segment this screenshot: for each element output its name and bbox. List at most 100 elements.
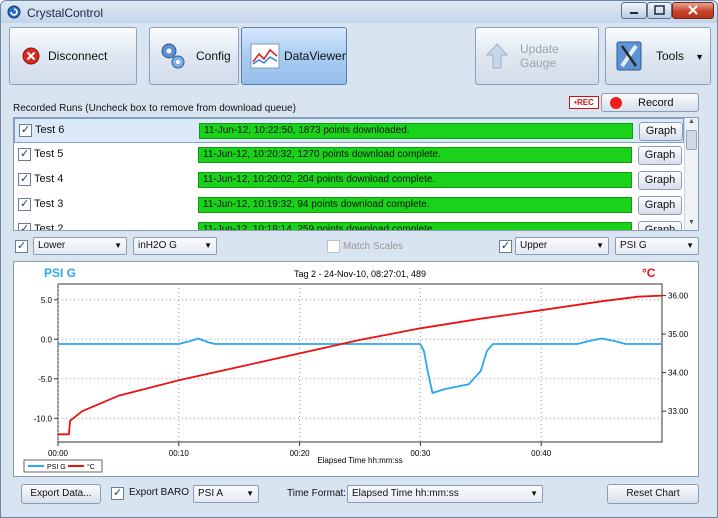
run-include-checkbox[interactable] (18, 197, 31, 211)
left-axis-title: PSI G (44, 266, 76, 280)
upper-enable-checkbox[interactable] (499, 239, 512, 253)
recorded-runs-label: Recorded Runs (Uncheck box to remove fro… (13, 103, 296, 114)
run-include-checkbox[interactable] (19, 123, 32, 137)
config-label: Config (196, 49, 231, 63)
chevron-down-icon: ▼ (114, 241, 122, 250)
x-tick-label: 00:40 (531, 449, 552, 458)
gears-icon (161, 43, 185, 69)
record-dot-icon (610, 97, 622, 109)
run-name: Test 5 (34, 148, 64, 160)
upper-unit-value: PSI G (620, 240, 647, 251)
y-right-tick-label: 34.00 (668, 369, 689, 378)
close-icon (688, 5, 698, 15)
export-baro-label: Export BARO (129, 487, 190, 498)
run-status-bar: 11-Jun-12, 10:20:02, 204 points download… (198, 172, 632, 188)
graph-button[interactable]: Graph (638, 196, 682, 215)
y-left-tick-label: -10.0 (34, 414, 53, 423)
scroll-down-icon[interactable]: ▼ (685, 219, 698, 230)
lower-channel-select[interactable]: Lower ▼ (33, 237, 127, 255)
chevron-down-icon: ▼ (530, 489, 538, 498)
tools-button[interactable]: Tools ▼ (605, 27, 711, 85)
run-status-bar: 11-Jun-12, 10:18:14, 259 points download… (198, 222, 632, 230)
minimize-button[interactable] (621, 2, 647, 19)
run-include-checkbox[interactable] (18, 222, 31, 230)
window-title: CrystalControl (27, 6, 104, 20)
config-button[interactable]: Config (149, 27, 239, 85)
recorded-runs-list[interactable]: Test 6 11-Jun-12, 10:22:50, 1873 points d… (13, 117, 699, 231)
rec-badge: •REC (569, 96, 599, 109)
graph-button[interactable]: Graph (639, 122, 683, 141)
maximize-button[interactable] (647, 2, 672, 19)
lower-unit-value: inH2O G (138, 240, 177, 251)
reset-chart-button[interactable]: Reset Chart (607, 484, 699, 504)
run-row[interactable]: Test 3 11-Jun-12, 10:19:32, 94 points dow… (14, 193, 684, 218)
disconnect-icon (22, 47, 40, 65)
x-tick-label: 00:30 (410, 449, 431, 458)
y-left-tick-label: 0.0 (41, 335, 53, 344)
record-button[interactable]: Record (601, 93, 699, 112)
graph-button[interactable]: Graph (638, 146, 682, 165)
run-row[interactable]: Test 4 11-Jun-12, 10:20:02, 204 points do… (14, 168, 684, 193)
run-status-bar: 11-Jun-12, 10:19:32, 94 points download … (198, 197, 632, 213)
dataviewer-label: DataViewer (284, 49, 346, 63)
y-right-tick-label: 33.00 (668, 407, 689, 416)
update-gauge-button[interactable]: Update Gauge (475, 27, 599, 85)
export-baro-checkbox[interactable] (111, 486, 124, 500)
tools-label: Tools (656, 49, 685, 63)
maximize-icon (654, 5, 665, 15)
upper-channel-value: Upper (520, 240, 548, 251)
run-name: Test 3 (34, 198, 64, 210)
chevron-down-icon: ▼ (204, 241, 212, 250)
match-scales-checkbox[interactable] (327, 240, 340, 253)
x-axis-label: Elapsed Time hh:mm:ss (317, 456, 402, 465)
dataviewer-button[interactable]: DataViewer (241, 27, 347, 85)
toolbar: Disconnect Config DataViewer Update Gaug… (7, 25, 713, 89)
right-axis-title: °C (642, 266, 656, 280)
graph-button[interactable]: Graph (638, 171, 682, 190)
chevron-down-icon: ▼ (686, 241, 694, 250)
x-tick-label: 00:00 (48, 449, 69, 458)
chart-icon (250, 43, 280, 69)
lower-enable-checkbox[interactable] (15, 239, 28, 253)
run-name: Test 4 (34, 173, 64, 185)
chart-panel[interactable]: 00:00 00:10 00:20 00:30 00:40 5.0 0.0 -5.0 -10.0… (13, 261, 699, 477)
pressure-temperature-chart[interactable]: 00:00 00:10 00:20 00:30 00:40 5.0 0.0 -5.0 -10.0… (14, 262, 700, 478)
upload-arrow-icon (485, 43, 509, 69)
export-data-button[interactable]: Export Data... (21, 484, 101, 504)
run-row[interactable]: Test 5 11-Jun-12, 10:20:32, 1270 points d… (14, 143, 684, 168)
close-button[interactable] (672, 2, 714, 19)
y-right-tick-label: 35.00 (668, 330, 689, 339)
run-row[interactable]: Test 6 11-Jun-12, 10:22:50, 1873 points d… (14, 118, 684, 143)
time-format-value: Elapsed Time hh:mm:ss (352, 488, 459, 499)
runs-scrollbar[interactable]: ▲ ▼ (684, 118, 698, 230)
run-status-bar: 11-Jun-12, 10:22:50, 1873 points downloa… (199, 123, 633, 139)
baro-unit-select[interactable]: PSI A ▼ (193, 485, 259, 503)
x-tick-label: 00:20 (290, 449, 311, 458)
time-format-select[interactable]: Elapsed Time hh:mm:ss ▼ (347, 485, 543, 503)
upper-channel-select[interactable]: Upper ▼ (515, 237, 609, 255)
y-left-tick-label: -5.0 (38, 375, 52, 384)
chevron-down-icon: ▼ (246, 489, 254, 498)
run-status-bar: 11-Jun-12, 10:20:32, 1270 points downloa… (198, 147, 632, 163)
disconnect-label: Disconnect (48, 49, 108, 63)
run-row[interactable]: Test 2 11-Jun-12, 10:18:14, 259 points do… (14, 218, 684, 231)
runs-scroll-thumb[interactable] (686, 130, 697, 150)
graph-button[interactable]: Graph (638, 221, 682, 230)
run-include-checkbox[interactable] (18, 147, 31, 161)
match-scales-label: Match Scales (343, 241, 404, 252)
lower-unit-select[interactable]: inH2O G ▼ (133, 237, 217, 255)
disconnect-button[interactable]: Disconnect (9, 27, 137, 85)
upper-unit-select[interactable]: PSI G ▼ (615, 237, 699, 255)
run-name: Test 2 (34, 223, 64, 231)
app-window: CrystalControl Disconnect Config DataVie… (0, 0, 718, 518)
run-include-checkbox[interactable] (18, 172, 31, 186)
chart-title: Tag 2 - 24-Nov-10, 08:27:01, 489 (294, 269, 426, 279)
plot-area (57, 283, 663, 443)
x-tick-label: 00:10 (169, 449, 190, 458)
time-format-label: Time Format: (287, 488, 347, 499)
scroll-up-icon[interactable]: ▲ (685, 118, 698, 129)
title-bar[interactable]: CrystalControl (1, 1, 717, 23)
record-label: Record (638, 97, 674, 109)
baro-unit-value: PSI A (198, 488, 224, 499)
minimize-icon (630, 12, 638, 14)
